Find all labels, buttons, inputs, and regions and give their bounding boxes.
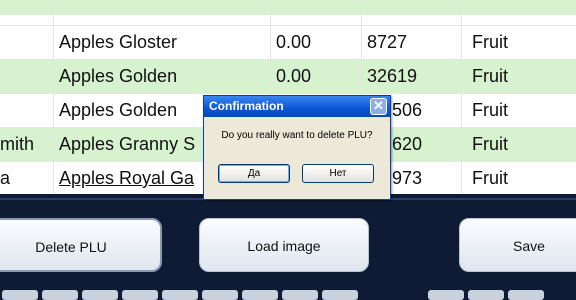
confirmation-dialog: Confirmation ✕ Do you really want to del… — [203, 95, 391, 200]
table-row[interactable]: Apples Gloster 0.00 8727 Fruit — [0, 25, 576, 59]
save-button[interactable]: Save — [459, 218, 576, 272]
row-divider — [0, 59, 576, 60]
key[interactable] — [202, 290, 238, 300]
key[interactable] — [162, 290, 198, 300]
key[interactable] — [428, 290, 464, 300]
cell-prefix: mith — [0, 134, 35, 154]
key[interactable] — [122, 290, 158, 300]
table-row[interactable]: Apples Golden 0.00 32619 Fruit — [0, 59, 576, 93]
cell-plu: 506 — [392, 100, 423, 120]
cell-category: Fruit — [472, 66, 508, 86]
no-button[interactable]: Нет — [302, 164, 374, 183]
cell-category: Fruit — [472, 168, 508, 188]
cell-category: Fruit — [472, 134, 508, 154]
row-divider — [0, 25, 576, 26]
key[interactable] — [2, 290, 38, 300]
key[interactable] — [282, 290, 318, 300]
table-row[interactable] — [0, 0, 576, 15]
cell-category: Fruit — [472, 32, 508, 52]
key[interactable] — [42, 290, 78, 300]
key[interactable] — [82, 290, 118, 300]
cell-price: 0.00 — [276, 66, 312, 86]
cell-name: Apples Golden — [59, 66, 178, 86]
cell-plu: 8727 — [367, 32, 408, 52]
cell-plu: 620 — [392, 134, 423, 154]
cell-prefix — [0, 59, 52, 93]
key[interactable] — [508, 290, 544, 300]
cell-prefix — [0, 25, 52, 59]
keyboard-row-partial — [0, 290, 576, 300]
cell-plu: 973 — [392, 168, 423, 188]
key[interactable] — [242, 290, 278, 300]
dialog-message: Do you really want to delete PLU? — [221, 130, 373, 141]
dialog-titlebar[interactable]: Confirmation ✕ — [204, 96, 390, 117]
cell-prefix — [0, 93, 52, 127]
cell-category: Fruit — [472, 100, 508, 120]
delete-plu-button[interactable]: Delete PLU — [0, 218, 162, 272]
dialog-title: Confirmation — [209, 99, 284, 113]
key[interactable] — [468, 290, 504, 300]
cell-name: Apples Gloster — [59, 32, 178, 52]
yes-button[interactable]: Да — [218, 164, 290, 183]
row-divider — [0, 93, 576, 94]
cell-plu: 32619 — [367, 66, 418, 86]
load-image-button[interactable]: Load image — [199, 218, 369, 272]
key[interactable] — [322, 290, 358, 300]
column-divider — [53, 0, 54, 194]
column-divider — [461, 0, 462, 194]
cell-prefix: a — [0, 168, 11, 188]
close-icon[interactable]: ✕ — [370, 98, 387, 115]
cell-price: 0.00 — [276, 32, 312, 52]
